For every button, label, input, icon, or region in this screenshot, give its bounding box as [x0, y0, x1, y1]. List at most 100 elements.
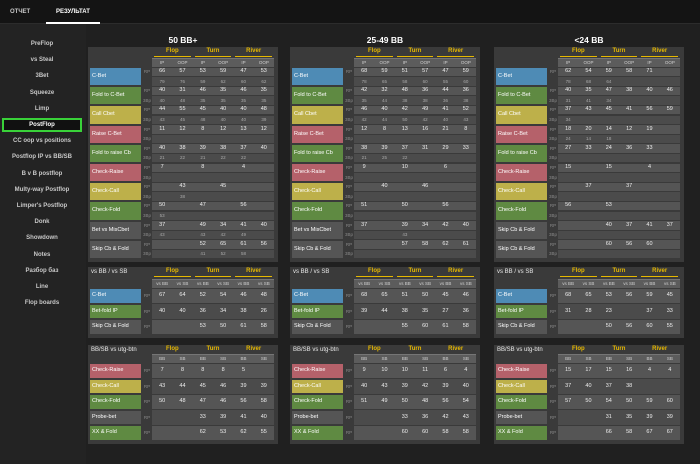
row-label: Check-Fold: [496, 395, 547, 409]
stat-value: 53: [199, 323, 206, 329]
row-tag: 3Bp: [549, 155, 558, 161]
sidebar-item-line[interactable]: Line: [2, 280, 82, 294]
stat-value: 43: [159, 382, 166, 389]
stat-value: 60: [666, 398, 673, 404]
sidebar-item-limper-s-postflop[interactable]: Limper's Postflop: [2, 199, 82, 213]
sub-header: BB: [565, 356, 572, 361]
vs-table-2: vs BB / vs SB Flop Turn River vs BB vs SB vs B…: [494, 267, 684, 338]
street-label-river: River: [639, 345, 680, 355]
stat-value: 36: [442, 97, 448, 103]
row-tag: RP: [345, 399, 353, 404]
stat-value: 55: [442, 78, 448, 84]
bb-table-0: BB/SB vs utg-btn Flop Turn River BB SB BB SB BB S…: [88, 345, 278, 444]
sidebar-item-cc-oop-vs-positions[interactable]: CC oop vs positions: [2, 134, 82, 148]
stat-value: 61: [240, 240, 247, 247]
row-tag: RP: [345, 165, 353, 170]
row-label: Bet vs MisCbet: [292, 221, 343, 239]
stat-value: 34: [220, 221, 227, 228]
stat-value: 49: [422, 106, 429, 113]
stat-value: 60: [422, 78, 428, 84]
stat-value: 42: [422, 117, 428, 122]
row-tag: 3Bp: [345, 136, 354, 142]
sub-header: OOP: [218, 60, 229, 65]
stat-value: 65: [585, 292, 592, 298]
sidebar-item-notes[interactable]: Notes: [2, 248, 82, 262]
sidebar-item-postflop[interactable]: PostFlop: [2, 118, 82, 132]
stat-value: 39: [401, 382, 408, 389]
sidebar-item-donk[interactable]: Donk: [2, 215, 82, 229]
stat-value: 43: [179, 183, 186, 190]
stat-value: 55: [666, 323, 673, 329]
value-row: [152, 173, 274, 182]
bb-table-2: BB/SB vs utg-btn Flop Turn River BB SB BB SB BB S…: [494, 345, 684, 444]
stat-value: 6: [443, 164, 448, 170]
row-tag: RP: [143, 145, 151, 151]
sidebar-item-preflop[interactable]: PreFlop: [2, 37, 82, 51]
sidebar-item-multy-way-postflop[interactable]: Multy-way Postflop: [2, 183, 82, 197]
stat-value: 46: [220, 398, 227, 404]
stat-value: 24: [565, 136, 571, 142]
street-underline: [641, 276, 678, 277]
stat-value: 38: [401, 307, 408, 314]
stat-value: 46: [220, 382, 227, 389]
stat-value: 43: [402, 232, 408, 238]
stat-value: 44: [442, 87, 449, 94]
row-tag: RP: [549, 383, 557, 389]
sidebar-item-vs-steal[interactable]: vs Steal: [2, 53, 82, 67]
stat-value: 58: [462, 323, 469, 329]
stat-value: 59: [646, 398, 653, 404]
table-title: vs BB / vs SB: [91, 269, 128, 275]
sidebar-item-squeeze[interactable]: Squeeze: [2, 86, 82, 100]
sidebar-item-showdown[interactable]: Showdown: [2, 231, 82, 245]
row-tag: 3Bp: [143, 232, 152, 238]
row-tag: RP: [549, 414, 557, 420]
stat-value: 8: [382, 125, 387, 132]
stat-value: 45: [605, 106, 612, 113]
street-label-river: River: [435, 47, 476, 57]
street-underline: [437, 276, 474, 277]
stat-value: 46: [462, 292, 469, 298]
stat-value: 12: [220, 125, 227, 132]
row-tag: 3Bp: [345, 193, 354, 199]
value-row: [354, 211, 476, 221]
stat-value: 10: [401, 367, 408, 373]
stat-value: 40: [361, 382, 368, 389]
stat-value: 33: [646, 144, 653, 151]
stat-value: 52: [199, 292, 206, 298]
stat-value: 56: [565, 202, 572, 209]
stat-value: 10: [401, 164, 408, 170]
stat-value: 8: [464, 125, 468, 132]
stat-value: 35: [200, 97, 206, 103]
sidebar-item-3bet[interactable]: 3Bet: [2, 69, 82, 83]
row-label: Check-Call: [90, 183, 141, 201]
sidebar-item-разбор-баз[interactable]: Разбор баз: [2, 264, 82, 278]
row-tag: 3Bp: [549, 193, 558, 199]
stat-value: 38: [422, 97, 428, 103]
sidebar-item-postflop-ip-vs-bb-sb[interactable]: Postflop IP vs BB/SB: [2, 150, 82, 164]
street-underline: [560, 276, 597, 277]
stat-value: 52: [199, 240, 206, 247]
street-label-flop: Flop: [354, 267, 395, 277]
stat-value: 42: [361, 117, 367, 122]
sub-header: SB: [260, 356, 267, 361]
stat-value: 41: [585, 97, 591, 103]
row-tag: 3Bp: [143, 213, 152, 218]
sub-header: vs BB: [439, 281, 452, 286]
tab-result[interactable]: РЕЗУЛЬТАТ: [46, 0, 100, 24]
stat-value: 53: [159, 213, 165, 218]
stat-value: 58: [260, 323, 267, 329]
row-tag: 3Bp: [549, 117, 558, 122]
stat-value: 6: [443, 367, 448, 373]
sidebar-item-limp[interactable]: Limp: [2, 102, 82, 116]
stat-value: 65: [381, 292, 388, 298]
row-tag: RP: [549, 399, 557, 404]
tab-report[interactable]: ОТЧЕТ: [10, 0, 34, 24]
sidebar-item-flop-boards[interactable]: Flop boards: [2, 296, 82, 310]
sub-header: SB: [626, 356, 633, 361]
sidebar-item-b-v-b-postflop[interactable]: B v B postflop: [2, 167, 82, 181]
stat-value: 58: [442, 429, 449, 435]
stat-value: 56: [626, 292, 633, 298]
stat-value: 46: [361, 106, 368, 113]
row-label: Call Cbet: [292, 106, 343, 124]
stat-value: 45: [220, 183, 227, 190]
